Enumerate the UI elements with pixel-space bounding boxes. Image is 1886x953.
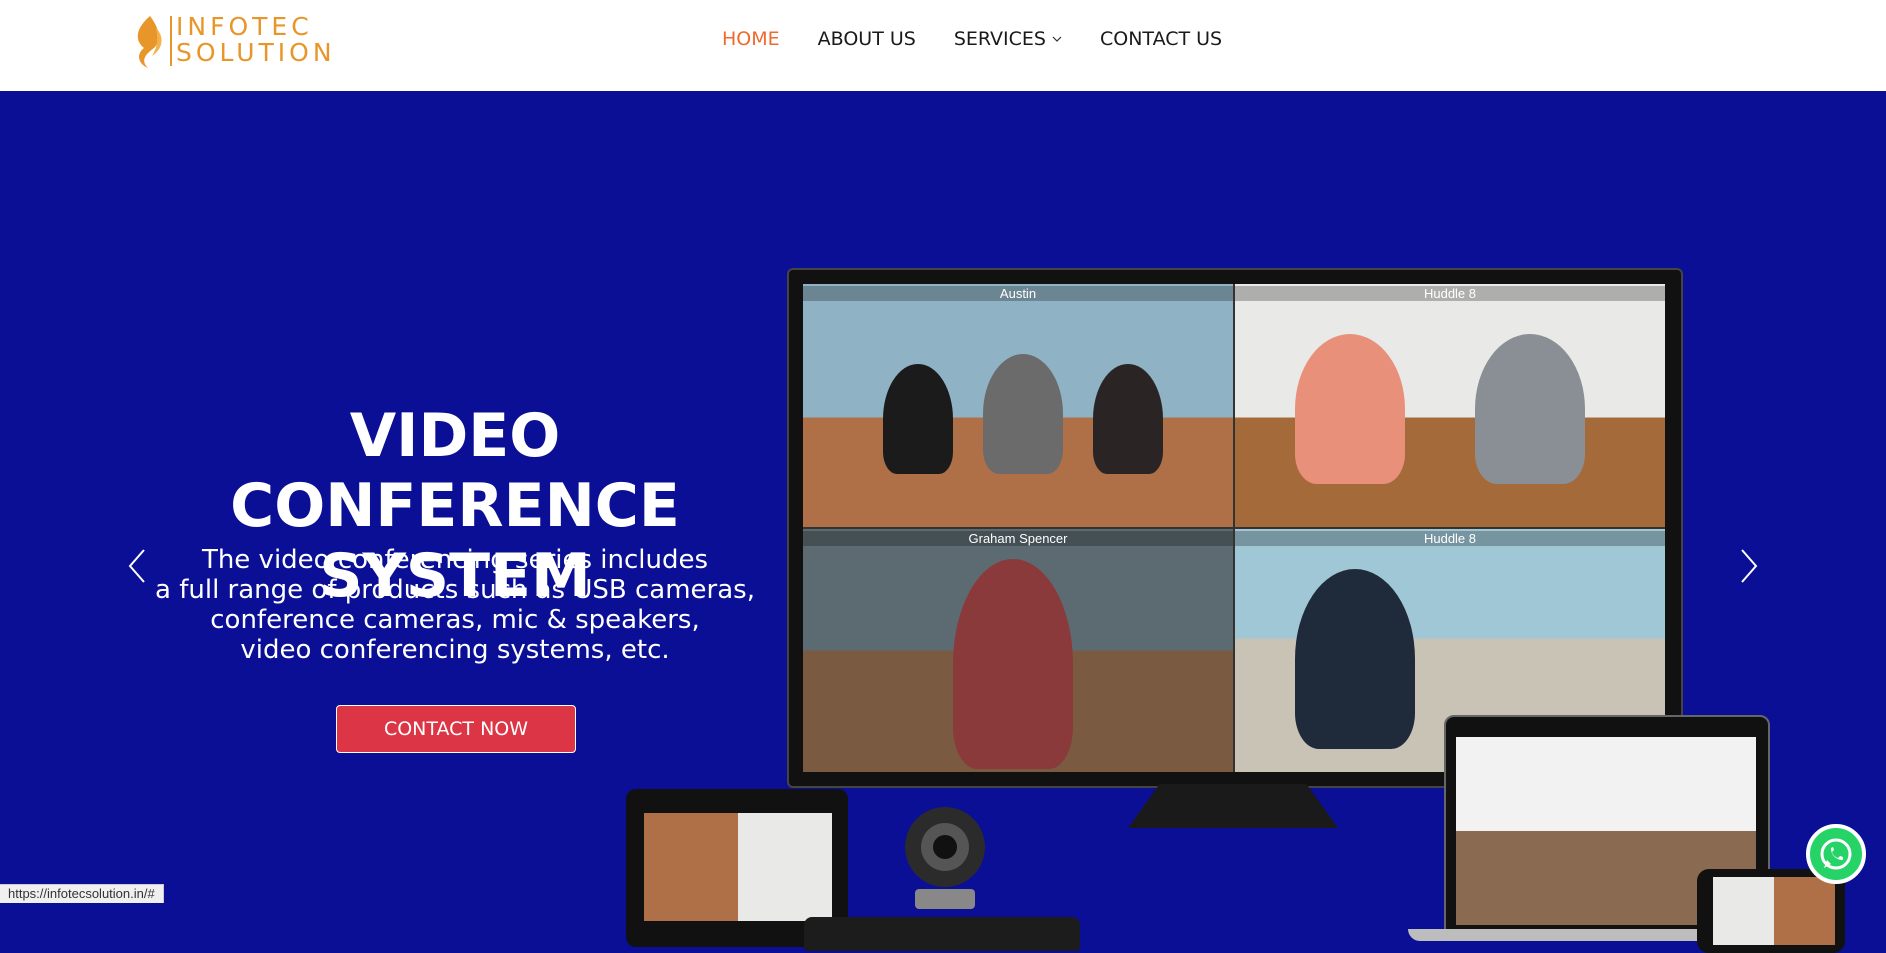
monitor-stand	[1128, 784, 1338, 828]
chevron-right-icon	[1741, 549, 1758, 583]
monitor-screen: Austin Huddle 8 Graham Spencer Huddle 8	[803, 284, 1665, 772]
logo-line2: SOLUTION	[176, 38, 336, 67]
speakerphone-device	[804, 917, 1080, 951]
person-figure	[1295, 334, 1405, 484]
tile-label: Huddle 8	[1235, 286, 1665, 301]
main-nav: HOME ABOUT US SERVICES CONTACT US	[722, 28, 1260, 50]
monitor-image: Austin Huddle 8 Graham Spencer Huddle 8	[787, 268, 1683, 788]
brand-logo[interactable]: INFOTEC SOLUTION	[130, 12, 340, 70]
person-figure	[1475, 334, 1585, 484]
tile-label: Huddle 8	[1235, 531, 1665, 546]
chevron-down-icon	[1052, 36, 1062, 42]
whatsapp-icon	[1820, 838, 1852, 870]
tablet-screen	[644, 813, 832, 921]
nav-home[interactable]: HOME	[722, 28, 780, 50]
status-bar-url: https://infotecsolution.in/#	[0, 884, 164, 903]
tile-label: Graham Spencer	[803, 531, 1233, 546]
person-figure	[1295, 569, 1415, 749]
person-figure	[1093, 364, 1163, 474]
video-tile: Austin	[803, 284, 1233, 527]
hero-description: The video conferencing series includes a…	[155, 545, 755, 665]
logo-text: INFOTEC SOLUTION	[176, 14, 336, 66]
person-figure	[883, 364, 953, 474]
conference-camera-icon	[905, 807, 985, 909]
flame-logo-icon	[137, 16, 162, 68]
whatsapp-button[interactable]	[1806, 824, 1866, 884]
video-tile: Graham Spencer	[803, 529, 1233, 772]
logo-line1: INFOTEC	[176, 12, 313, 41]
hero-slider: VIDEO CONFERENCE SYSTEM The video confer…	[0, 91, 1886, 953]
contact-now-button[interactable]: CONTACT NOW	[336, 705, 576, 753]
hero-title-line1: VIDEO CONFERENCE	[230, 401, 680, 541]
nav-services-label: SERVICES	[953, 28, 1046, 50]
tile-label: Austin	[803, 286, 1233, 301]
nav-contact-us[interactable]: CONTACT US	[1100, 28, 1222, 50]
site-header: INFOTEC SOLUTION HOME ABOUT US SERVICES …	[0, 0, 1886, 91]
nav-services[interactable]: SERVICES	[954, 28, 1062, 50]
phone-image	[1697, 869, 1845, 953]
phone-screen	[1713, 877, 1835, 945]
slider-next-arrow[interactable]	[1734, 546, 1764, 586]
nav-about-us[interactable]: ABOUT US	[818, 28, 916, 50]
person-figure	[953, 559, 1073, 769]
video-tile: Huddle 8	[1235, 284, 1665, 527]
logo-divider	[170, 16, 172, 66]
person-figure	[983, 354, 1063, 474]
